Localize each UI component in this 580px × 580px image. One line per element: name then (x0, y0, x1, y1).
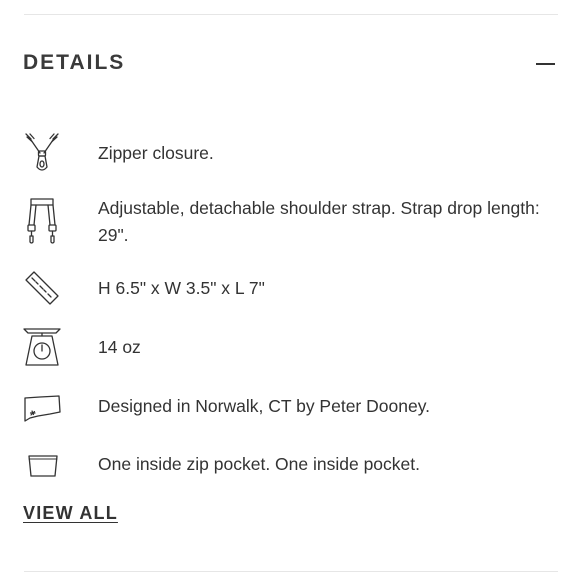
zipper-icon (22, 131, 62, 175)
detail-text: Designed in Norwalk, CT by Peter Dooney. (98, 396, 431, 416)
detail-item-zipper: Zipper closure. (22, 131, 556, 177)
detail-text: One inside zip pocket. One inside pocket… (98, 454, 420, 474)
ruler-icon (22, 268, 62, 312)
connecticut-map-icon (22, 388, 62, 432)
detail-item-origin: Designed in Norwalk, CT by Peter Dooney. (22, 388, 556, 428)
detail-item-strap: Adjustable, detachable shoulder strap. S… (22, 195, 556, 249)
top-divider (24, 14, 558, 15)
shoulder-strap-icon (22, 195, 62, 247)
minus-icon (536, 63, 555, 65)
pocket-icon (22, 446, 62, 490)
detail-text: H 6.5" x W 3.5" x L 7" (98, 278, 265, 298)
bottom-divider (24, 571, 558, 572)
collapse-button[interactable] (536, 48, 558, 80)
details-title: DETAILS (23, 51, 126, 74)
detail-text: Zipper closure. (98, 143, 214, 163)
detail-text: 14 oz (98, 337, 141, 357)
detail-item-dimensions: H 6.5" x W 3.5" x L 7" (22, 268, 556, 308)
scale-icon (22, 325, 62, 369)
detail-text: Adjustable, detachable shoulder strap. S… (98, 198, 540, 245)
view-all-link[interactable]: VIEW ALL (23, 503, 118, 524)
details-accordion-header[interactable]: DETAILS (23, 48, 558, 80)
detail-item-weight: 14 oz (22, 325, 556, 369)
detail-item-pockets: One inside zip pocket. One inside pocket… (22, 446, 556, 486)
